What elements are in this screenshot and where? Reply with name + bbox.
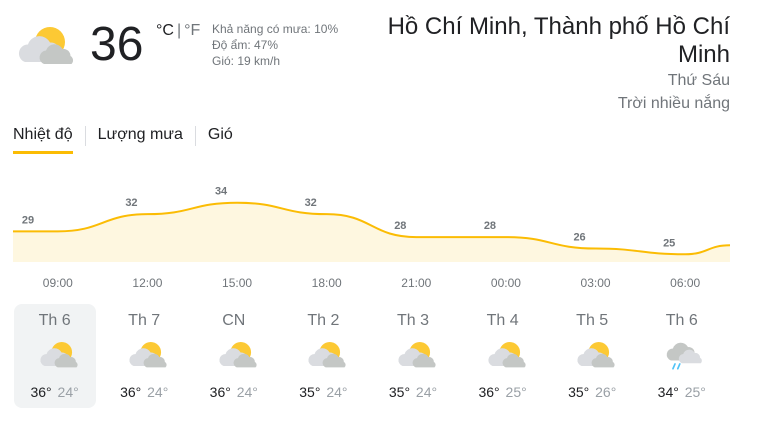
- humidity: Độ ẩm: 47%: [212, 38, 279, 52]
- location-name: Hồ Chí Minh, Thành phố Hồ Chí Minh: [387, 13, 730, 68]
- time-tick-label: 06:00: [670, 276, 700, 290]
- forecast-high: 36°: [30, 384, 52, 400]
- temperature-value-label: 34: [215, 186, 228, 198]
- forecast-temps: 36° 24°: [193, 383, 275, 401]
- time-tick-label: 21:00: [401, 276, 431, 290]
- partly-sunny-icon: [574, 337, 618, 373]
- forecast-day[interactable]: CN 36° 24°: [193, 304, 275, 408]
- forecast-day-name: Th 6: [665, 312, 698, 329]
- location-condition: Trời nhiều nắng: [617, 95, 730, 112]
- weather-details: Khả năng có mưa: 10% Độ ẩm: 47% Gió: 19 …: [212, 21, 338, 69]
- rain-shower-icon: [664, 337, 708, 373]
- temperature-value-label: 25: [663, 237, 675, 249]
- forecast-temps: 35° 24°: [282, 383, 364, 401]
- time-tick-label: 12:00: [132, 276, 162, 290]
- forecast-low: 24°: [232, 384, 258, 400]
- location-day: Thứ Sáu: [667, 72, 730, 89]
- location-block: Hồ Chí Minh, Thành phố Hồ Chí Minh Thứ S…: [370, 13, 730, 115]
- unit-toggle: °C | °F: [156, 20, 200, 42]
- temperature-value-label: 26: [573, 232, 585, 244]
- temperature-value-label: 32: [305, 197, 317, 209]
- forecast-day[interactable]: Th 2 35° 24°: [282, 304, 364, 408]
- forecast-temps: 36° 24°: [103, 383, 185, 401]
- partly-sunny-icon: [395, 337, 439, 373]
- forecast-low: 25°: [680, 384, 706, 400]
- partly-sunny-icon: [126, 337, 170, 373]
- forecast-low: 24°: [53, 384, 79, 400]
- time-tick-label: 15:00: [222, 276, 252, 290]
- wind-speed: Gió: 19 km/h: [212, 54, 281, 68]
- partly-sunny-icon: [305, 337, 349, 373]
- time-tick-label: 03:00: [581, 276, 611, 290]
- forecast-day-name: Th 5: [576, 312, 609, 329]
- partly-sunny-icon: [37, 337, 81, 373]
- forecast-low: 26°: [591, 384, 617, 400]
- time-tick-label: 18:00: [312, 276, 342, 290]
- tab-temperature[interactable]: Nhiệt độ: [13, 124, 73, 154]
- forecast-day-name: Th 3: [396, 312, 429, 329]
- forecast-day[interactable]: Th 6 34° 25°: [641, 304, 723, 408]
- forecast-high: 35°: [568, 384, 590, 400]
- partly-sunny-icon: [485, 337, 529, 373]
- forecast-temps: 36° 25°: [462, 383, 544, 401]
- forecast-high: 36°: [209, 384, 231, 400]
- temperature-value-label: 28: [484, 220, 496, 232]
- tab-divider: [194, 126, 196, 146]
- time-tick-label: 09:00: [43, 276, 73, 290]
- forecast-high: 36°: [478, 384, 500, 400]
- forecast-high: 35°: [299, 384, 321, 400]
- forecast-temps: 35° 26°: [551, 383, 633, 401]
- rain-chance: Khả năng có mưa: 10%: [212, 22, 339, 36]
- forecast-low: 24°: [143, 384, 169, 400]
- fahrenheit-button[interactable]: °F: [184, 22, 200, 39]
- partly-sunny-icon: [14, 22, 78, 70]
- forecast-low: 24°: [412, 384, 438, 400]
- forecast-temps: 36° 24°: [14, 383, 96, 401]
- unit-separator: |: [176, 22, 182, 39]
- partly-sunny-icon: [216, 337, 260, 373]
- forecast-day[interactable]: Th 3 35° 24°: [372, 304, 454, 408]
- temperature-value-label: 28: [394, 220, 406, 232]
- time-tick-label: 00:00: [491, 276, 521, 290]
- temperature-value-label: 32: [125, 197, 137, 209]
- tab-divider: [84, 126, 86, 146]
- tab-wind[interactable]: Gió: [208, 124, 233, 154]
- celsius-button[interactable]: °C: [156, 22, 174, 39]
- forecast-day[interactable]: Th 7 36° 24°: [103, 304, 185, 408]
- forecast-day[interactable]: Th 6 36° 24°: [13, 304, 96, 408]
- forecast-temps: 35° 24°: [372, 383, 454, 401]
- forecast-day-name: Th 2: [307, 312, 340, 329]
- forecast-day[interactable]: Th 5 35° 26°: [551, 304, 633, 408]
- temperature-area: [13, 202, 730, 262]
- tab-precipitation[interactable]: Lượng mưa: [98, 124, 183, 154]
- daily-forecast: Th 6 36° 24° Th 7 36° 24° CN 36° 24° Th 2 35° 2…: [13, 304, 733, 409]
- forecast-high: 36°: [120, 384, 142, 400]
- forecast-day-name: Th 7: [128, 312, 161, 329]
- forecast-temps: 34° 25°: [641, 383, 723, 401]
- current-conditions: 36 °C | °F Khả năng có mưa: 10% Độ ẩm: 47%…: [0, 0, 782, 120]
- forecast-day-name: Th 4: [486, 312, 519, 329]
- current-temperature: 36: [90, 18, 144, 71]
- forecast-day[interactable]: Th 4 36° 25°: [462, 304, 544, 408]
- temperature-chart[interactable]: 29 09:00 32 12:00 34 15:00 32 18:00 28 21:00 28 00:…: [0, 162, 782, 292]
- forecast-day-name: Th 6: [38, 312, 71, 329]
- forecast-low: 24°: [322, 384, 348, 400]
- forecast-high: 34°: [657, 384, 679, 400]
- forecast-high: 35°: [388, 384, 411, 400]
- temperature-value-label: 29: [22, 214, 34, 226]
- tab-bar: Nhiệt độ Lượng mưa Gió: [13, 124, 233, 154]
- forecast-low: 25°: [501, 384, 527, 400]
- forecast-day-name: CN: [222, 312, 246, 329]
